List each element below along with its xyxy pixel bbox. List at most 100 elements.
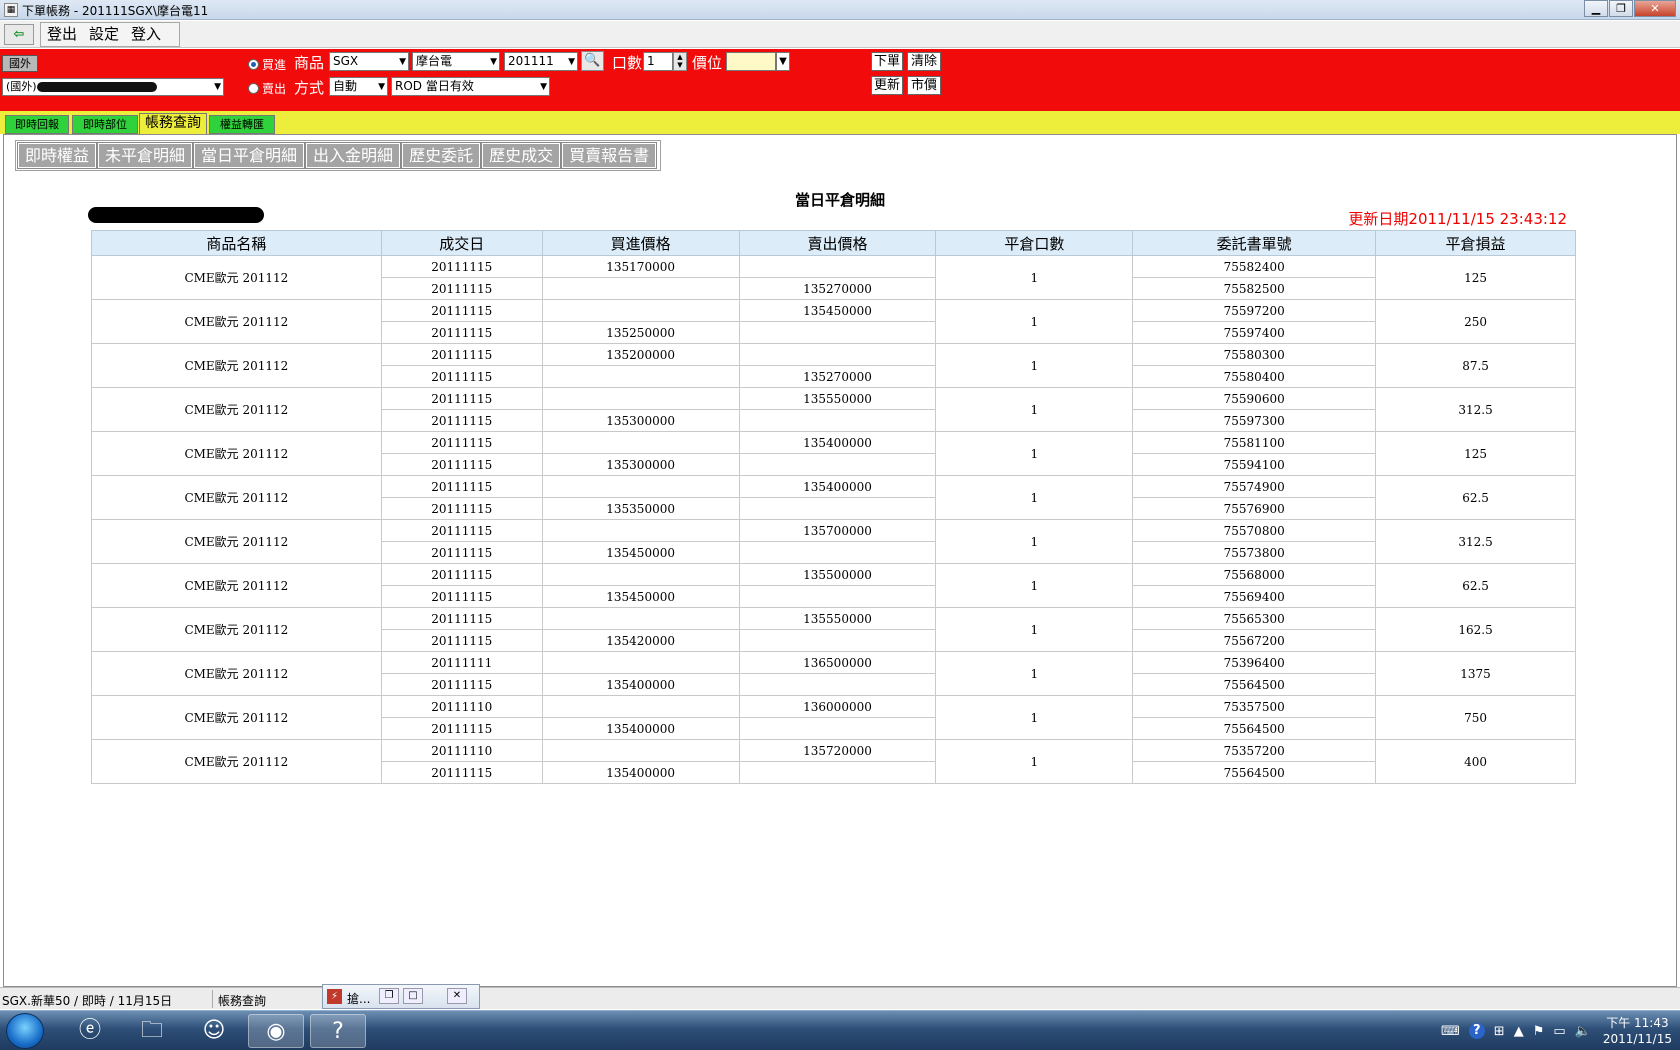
subnav-open-positions[interactable]: 未平倉明細 [97, 142, 194, 169]
sell-radio-row[interactable]: 賣出 [248, 80, 286, 97]
maximize-icon[interactable]: □ [403, 988, 423, 1004]
tab-realtime-report[interactable]: 即時回報 [5, 115, 69, 134]
close-button[interactable]: ✕ [1634, 0, 1676, 17]
tab-realtime-position[interactable]: 即時部位 [72, 115, 138, 134]
price-input[interactable] [726, 52, 776, 71]
chevron-down-icon[interactable]: ▼ [776, 52, 790, 71]
market-price-button[interactable]: 市價 [907, 76, 941, 95]
cell-trade-date: 20111115 [380, 387, 543, 410]
col-pnl[interactable]: 平倉損益 [1375, 230, 1576, 256]
cell-sell-price: 135720000 [738, 739, 937, 762]
cell-sell-price: 135550000 [738, 607, 937, 630]
cell-order-number: 75565300 [1132, 607, 1377, 630]
sell-radio[interactable] [248, 83, 259, 94]
method-select[interactable]: 自動 ▼ [329, 77, 388, 96]
table-row[interactable]: CME歐元 201112 20111115 135450000 1 75597200 25… [91, 299, 1576, 344]
col-trade-date[interactable]: 成交日 [380, 230, 543, 256]
cell-buy-price: 135450000 [541, 585, 740, 608]
monitor-icon[interactable]: ▭ [1553, 1024, 1565, 1039]
messenger-icon[interactable]: ☺ [186, 1014, 242, 1048]
qty-stepper[interactable]: ▲ ▼ [673, 52, 687, 71]
cell-sell-price: 135400000 [738, 475, 937, 498]
cell-sell-price [738, 409, 937, 432]
table-row[interactable]: CME歐元 201112 20111115 135400000 1 75581100 12… [91, 431, 1576, 476]
table-row[interactable]: CME歐元 201112 20111115 135400000 1 75574900 62… [91, 475, 1576, 520]
chevron-up-icon[interactable]: ▲ [1514, 1024, 1524, 1039]
table-row[interactable]: CME歐元 201112 20111115 135550000 1 75565300 16… [91, 607, 1576, 652]
exchange-value: SGX [333, 54, 359, 68]
help-app-icon[interactable]: ? [310, 1014, 366, 1048]
table-row[interactable]: CME歐元 201112 20111115 135700000 1 75570800 31… [91, 519, 1576, 564]
place-order-button[interactable]: 下單 [871, 52, 903, 71]
qty-input[interactable]: 1 [643, 52, 673, 71]
volume-icon[interactable]: 🔈 [1575, 1024, 1591, 1039]
cell-closed-qty: 1 [935, 563, 1134, 608]
month-select[interactable]: 201111 ▼ [504, 52, 578, 71]
cell-buy-price: 135400000 [541, 717, 740, 740]
keyboard-icon[interactable]: ⌨ [1441, 1024, 1460, 1039]
buy-radio-row[interactable]: 買進 [248, 56, 286, 73]
minimize-button[interactable]: ▁ [1584, 0, 1608, 17]
start-button[interactable] [6, 1013, 44, 1049]
clock-date: 2011/11/15 [1602, 1032, 1672, 1046]
minimized-window[interactable]: ⚡ 搶... ❐ □ ✕ [322, 984, 480, 1009]
subnav-deposit-withdrawal[interactable]: 出入金明細 [305, 142, 402, 169]
update-time-value: 2011/11/15 23:43:12 [1408, 210, 1567, 228]
tab-equity-transfer[interactable]: 權益轉匯 [209, 115, 275, 134]
app-icon: ▦ [4, 3, 18, 17]
table-row[interactable]: CME歐元 201112 20111111 136500000 1 75396400 13… [91, 651, 1576, 696]
cell-buy-price: 135250000 [541, 321, 740, 344]
table-row[interactable]: CME歐元 201112 20111115 135200000 1 75580300 87… [91, 343, 1576, 388]
cell-trade-date: 20111115 [380, 475, 543, 498]
file-explorer-icon[interactable]: 🗀 [124, 1014, 180, 1048]
table-row[interactable]: CME歐元 201112 20111110 136000000 1 75357500 75… [91, 695, 1576, 740]
col-buy-price[interactable]: 買進價格 [541, 230, 740, 256]
table-row[interactable]: CME歐元 201112 20111110 135720000 1 75357200 40… [91, 739, 1576, 784]
subnav-order-history[interactable]: 歷史委託 [401, 142, 482, 169]
cell-pnl: 62.5 [1375, 563, 1576, 608]
account-select[interactable]: (國外) ▼ [2, 78, 224, 96]
help-icon[interactable]: ? [1468, 1023, 1485, 1039]
tif-select[interactable]: ROD 當日有效 ▼ [391, 77, 550, 96]
subnav-trade-report[interactable]: 買賣報告書 [561, 142, 658, 169]
menu-settings[interactable]: 設定 [89, 23, 119, 46]
market-tag[interactable]: 國外 [2, 55, 38, 72]
clock[interactable]: 下午 11:43 2011/11/15 [1603, 1015, 1672, 1047]
table-row[interactable]: CME歐元 201112 20111115 135550000 1 75590600 31… [91, 387, 1576, 432]
col-product-name[interactable]: 商品名稱 [91, 230, 382, 256]
product-value: 摩台電 [416, 54, 453, 68]
buy-radio[interactable] [248, 59, 259, 70]
subnav-realtime-equity[interactable]: 即時權益 [16, 142, 98, 169]
table-row[interactable]: CME歐元 201112 20111115 135170000 1 75582400 12… [91, 255, 1576, 300]
subnav-daily-closed[interactable]: 當日平倉明細 [193, 142, 306, 169]
menu-bar: ⇦ 登出 設定 登入 [0, 21, 1680, 48]
subnav-trade-history[interactable]: 歷史成交 [481, 142, 562, 169]
close-icon[interactable]: ✕ [447, 988, 467, 1004]
maximize-button[interactable]: ❐ [1609, 0, 1633, 17]
cell-trade-date: 20111111 [380, 651, 543, 674]
menu-logout[interactable]: 登出 [47, 23, 77, 46]
clear-button[interactable]: 清除 [907, 52, 941, 71]
network-icon[interactable]: ⊞ [1494, 1024, 1505, 1039]
restore-icon[interactable]: ❐ [379, 988, 399, 1004]
cell-sell-price [738, 497, 937, 520]
cell-buy-price: 135300000 [541, 409, 740, 432]
col-closed-qty[interactable]: 平倉口數 [935, 230, 1134, 256]
refresh-button[interactable]: 更新 [871, 76, 903, 95]
product-select[interactable]: 摩台電 ▼ [412, 52, 500, 71]
month-value: 201111 [508, 54, 554, 68]
cell-trade-date: 20111115 [380, 343, 543, 366]
back-arrow-icon[interactable]: ⇦ [4, 24, 34, 45]
chrome-icon[interactable]: ◉ [248, 1014, 304, 1048]
exchange-select[interactable]: SGX ▼ [329, 52, 409, 71]
internet-explorer-icon[interactable]: ⓔ [62, 1014, 118, 1048]
flag-icon[interactable]: ⚑ [1533, 1024, 1545, 1039]
search-icon[interactable]: 🔍 [581, 51, 604, 71]
table-row[interactable]: CME歐元 201112 20111115 135500000 1 75568000 62… [91, 563, 1576, 608]
col-order-number[interactable]: 委託書單號 [1132, 230, 1377, 256]
cell-buy-price [541, 739, 740, 762]
menu-login[interactable]: 登入 [131, 23, 161, 46]
col-sell-price[interactable]: 賣出價格 [738, 230, 937, 256]
tab-account-query[interactable]: 帳務查詢 [139, 113, 207, 134]
cell-product-name: CME歐元 201112 [91, 255, 382, 300]
